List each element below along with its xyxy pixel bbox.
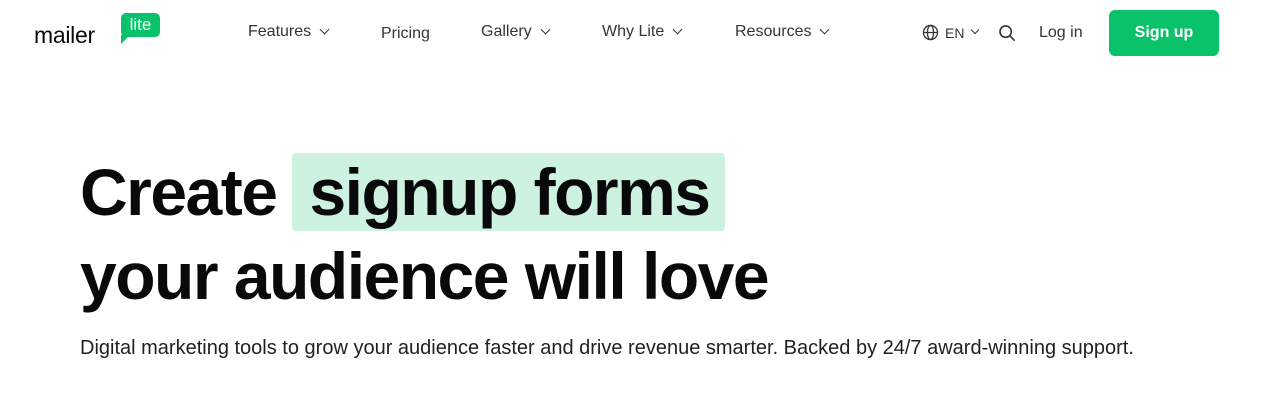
hero-title: Create signup forms your audience will l… bbox=[80, 152, 770, 316]
nav-item-resources[interactable]: Resources bbox=[735, 23, 830, 41]
search-icon[interactable] bbox=[998, 24, 1016, 42]
chevron-down-icon bbox=[971, 25, 980, 35]
nav-item-label: Resources bbox=[735, 23, 812, 40]
chevron-down-icon bbox=[540, 24, 551, 35]
chevron-down-icon bbox=[319, 24, 330, 35]
nav-item-label: Pricing bbox=[381, 25, 430, 42]
hero-title-prefix: Create bbox=[80, 155, 278, 229]
chevron-down-icon bbox=[820, 24, 830, 35]
nav-item-features[interactable]: Features bbox=[248, 23, 330, 41]
login-link[interactable]: Log in bbox=[1039, 24, 1083, 42]
nav-item-label: Gallery bbox=[481, 23, 532, 40]
hero-title-line-1: Create signup forms bbox=[80, 152, 768, 232]
page: mailer lite Features Pricing Gallery Why… bbox=[0, 0, 1268, 410]
nav-item-why-lite[interactable]: Why Lite bbox=[602, 23, 683, 41]
signup-button[interactable]: Sign up bbox=[1109, 10, 1219, 56]
language-label: EN bbox=[945, 24, 965, 41]
nav-item-label: Features bbox=[248, 23, 312, 40]
nav-item-label: Why Lite bbox=[602, 23, 665, 40]
nav-item-gallery[interactable]: Gallery bbox=[481, 23, 551, 41]
globe-icon bbox=[922, 24, 939, 41]
hero-title-line-2: your audience will love bbox=[80, 239, 770, 313]
language-selector[interactable]: EN bbox=[922, 24, 980, 41]
hero-subtitle: Digital marketing tools to grow your aud… bbox=[80, 337, 1134, 359]
hero-title-highlight: signup forms bbox=[292, 153, 726, 231]
nav-item-pricing[interactable]: Pricing bbox=[381, 25, 430, 43]
chevron-down-icon bbox=[672, 24, 683, 35]
